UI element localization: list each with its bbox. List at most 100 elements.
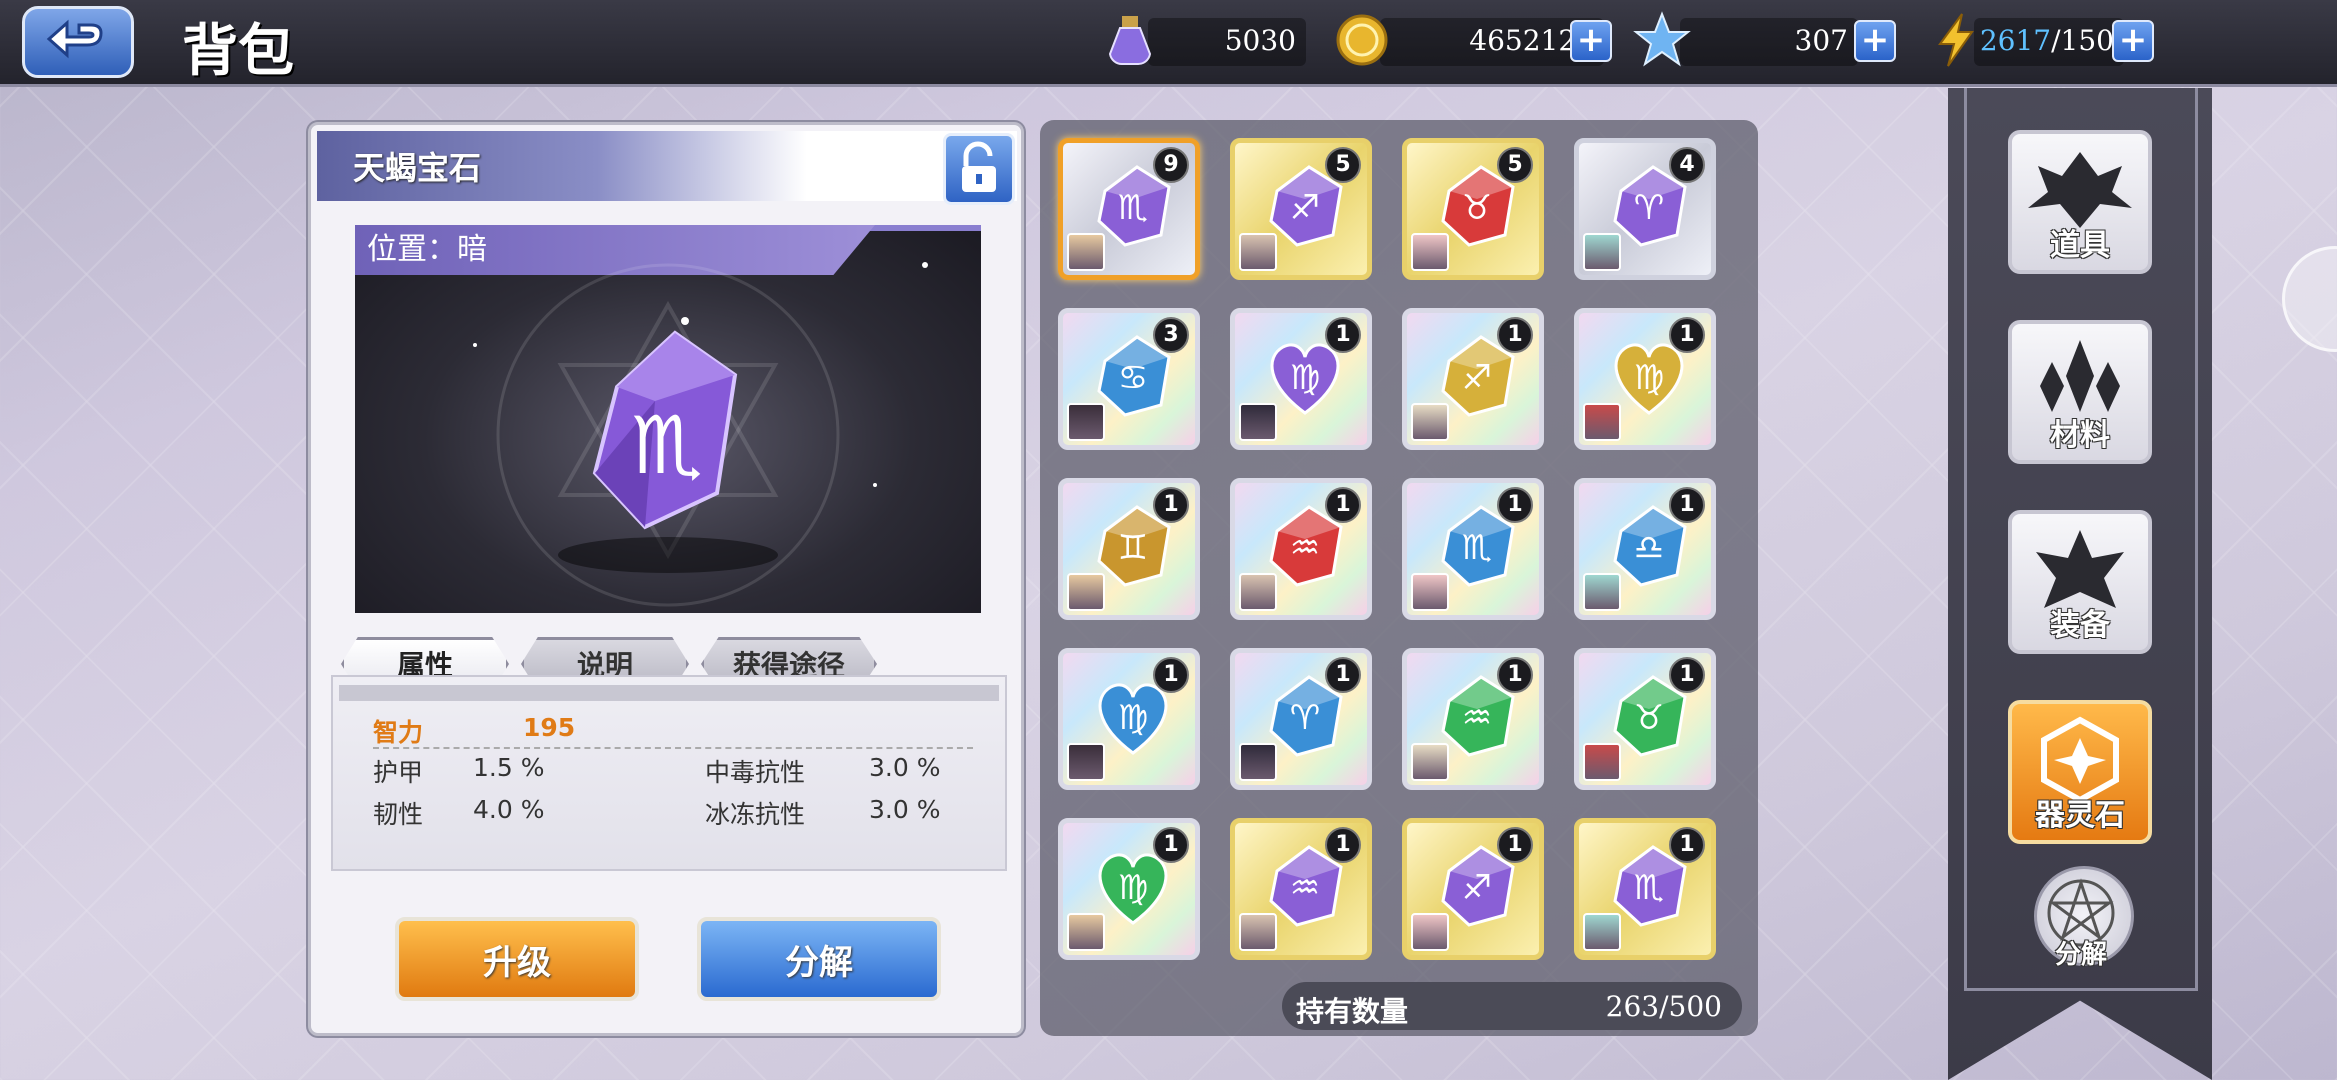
gem-slot[interactable]: ♒ 1 <box>1230 818 1372 960</box>
attr-freeze-value: 3.0 % <box>869 795 941 824</box>
gem-count-badge: 1 <box>1153 487 1189 523</box>
svg-text:♍: ♍ <box>1118 698 1148 738</box>
gem-count-badge: 1 <box>1325 317 1361 353</box>
attr-main-label: 智力 <box>373 718 424 747</box>
owner-portrait <box>1583 743 1621 781</box>
category-spirit-stone-button[interactable]: 器灵石 <box>2008 700 2152 844</box>
add-stamina-button[interactable]: + <box>2112 20 2154 62</box>
decompose-button[interactable]: 分解 <box>697 917 941 1001</box>
category-items-button[interactable]: 道具 <box>2008 130 2152 274</box>
lock-button[interactable] <box>943 133 1015 205</box>
gem-count-badge: 1 <box>1153 657 1189 693</box>
back-button[interactable] <box>22 6 134 78</box>
gem-slot[interactable]: ♏ 9 <box>1058 138 1200 280</box>
svg-text:♒: ♒ <box>1462 698 1492 738</box>
count-label: 持有数量 <box>1296 995 1409 1028</box>
owner-portrait <box>1583 233 1621 271</box>
gem-count-badge: 9 <box>1153 147 1189 183</box>
decompose-shortcut-label: 分解 <box>2054 940 2107 970</box>
gem-count-badge: 1 <box>1153 827 1189 863</box>
svg-text:♎: ♎ <box>1634 528 1664 568</box>
gem-slot[interactable]: ♍ 1 <box>1230 308 1372 450</box>
svg-text:♍: ♍ <box>1290 358 1320 398</box>
category-materials-label: 材料 <box>2050 418 2110 453</box>
category-equipment-label: 装备 <box>2050 608 2110 643</box>
attribute-header <box>339 685 999 701</box>
svg-text:♊: ♊ <box>1118 528 1148 568</box>
gem-count-badge: 1 <box>1497 657 1533 693</box>
gem-slot[interactable]: ♋ 3 <box>1058 308 1200 450</box>
add-gold-button[interactable]: + <box>1570 20 1612 62</box>
svg-text:♍: ♍ <box>1118 868 1148 908</box>
item-preview: 位置：暗 ♏ <box>355 225 981 613</box>
gem-slot[interactable]: ♈ 4 <box>1574 138 1716 280</box>
gem-count-badge: 3 <box>1153 317 1189 353</box>
category-materials-button[interactable]: 材料 <box>2008 320 2152 464</box>
stamina-max: /150 <box>2051 24 2114 57</box>
gem-slot[interactable]: ♐ 1 <box>1402 818 1544 960</box>
page-title: 背包 <box>182 19 294 84</box>
gem-slot[interactable]: ♏ 1 <box>1574 818 1716 960</box>
gem-slot[interactable]: ♈ 1 <box>1230 648 1372 790</box>
attr-armor-value: 1.5 % <box>473 753 545 782</box>
owner-portrait <box>1067 573 1105 611</box>
attr-poison-label: 中毒抗性 <box>705 758 806 787</box>
unlock-icon <box>962 141 996 192</box>
gem-count-badge: 1 <box>1669 317 1705 353</box>
star-counter: 307 <box>1633 11 1858 67</box>
owner-portrait <box>1239 573 1277 611</box>
gem-slot[interactable]: ♐ 1 <box>1402 308 1544 450</box>
svg-text:♏: ♏ <box>631 399 703 492</box>
gem-slot[interactable]: ♐ 5 <box>1230 138 1372 280</box>
svg-text:♒: ♒ <box>1290 528 1320 568</box>
item-detail-panel: 天蝎宝石 位置：暗 ♏ 属性 说明 获得途径 智力 195 护甲 1.5 % 中… <box>308 122 1024 1036</box>
gem-slot[interactable]: ♍ 1 <box>1574 308 1716 450</box>
gem-slot[interactable]: ♉ 5 <box>1402 138 1544 280</box>
gem-slot[interactable]: ♉ 1 <box>1574 648 1716 790</box>
gem-count-badge: 1 <box>1325 487 1361 523</box>
svg-text:♋: ♋ <box>1118 358 1148 398</box>
svg-text:♏: ♏ <box>1118 188 1148 228</box>
attribute-box: 智力 195 护甲 1.5 % 中毒抗性 3.0 % 韧性 4.0 % 冰冻抗性… <box>331 675 1007 871</box>
owner-portrait <box>1583 913 1621 951</box>
gem-count-badge: 1 <box>1669 487 1705 523</box>
attr-main-value: 195 <box>523 713 576 742</box>
owner-portrait <box>1067 233 1105 271</box>
gem-count-badge: 1 <box>1497 317 1533 353</box>
owner-portrait <box>1239 913 1277 951</box>
owner-portrait <box>1583 573 1621 611</box>
back-arrow-icon <box>46 19 103 59</box>
gem-count-badge: 1 <box>1325 827 1361 863</box>
stamina-value: 2617/150 <box>1980 24 2114 57</box>
owner-portrait <box>1411 913 1449 951</box>
attr-poison-value: 3.0 % <box>869 753 941 782</box>
svg-text:♏: ♏ <box>1634 868 1664 908</box>
attr-armor-label: 护甲 <box>373 758 424 787</box>
svg-text:♍: ♍ <box>1634 358 1664 398</box>
owner-portrait <box>1067 913 1105 951</box>
owner-portrait <box>1239 743 1277 781</box>
owner-portrait <box>1067 403 1105 441</box>
add-star-button[interactable]: + <box>1854 20 1896 62</box>
gem-count-badge: 1 <box>1497 827 1533 863</box>
upgrade-button[interactable]: 升级 <box>395 917 639 1001</box>
category-equipment-button[interactable]: 装备 <box>2008 510 2152 654</box>
potion-icon <box>1108 16 1152 66</box>
owner-portrait <box>1583 403 1621 441</box>
gem-slot[interactable]: ♍ 1 <box>1058 818 1200 960</box>
gem-count-badge: 1 <box>1497 487 1533 523</box>
svg-text:♉: ♉ <box>1462 188 1492 228</box>
potion-value: 5030 <box>1224 24 1296 57</box>
gem-slot[interactable]: ♒ 1 <box>1230 478 1372 620</box>
gem-slot[interactable]: ♏ 1 <box>1402 478 1544 620</box>
svg-text:♈: ♈ <box>1634 188 1664 228</box>
stamina-counter: 2617/150 <box>1938 13 2124 67</box>
gem-slot[interactable]: ♍ 1 <box>1058 648 1200 790</box>
gem-slot[interactable]: ♎ 1 <box>1574 478 1716 620</box>
attribute-divider <box>373 747 973 749</box>
attr-freeze-label: 冰冻抗性 <box>705 800 806 829</box>
owner-portrait <box>1411 233 1449 271</box>
lightning-icon <box>1938 13 1974 67</box>
gem-slot[interactable]: ♒ 1 <box>1402 648 1544 790</box>
gem-slot[interactable]: ♊ 1 <box>1058 478 1200 620</box>
